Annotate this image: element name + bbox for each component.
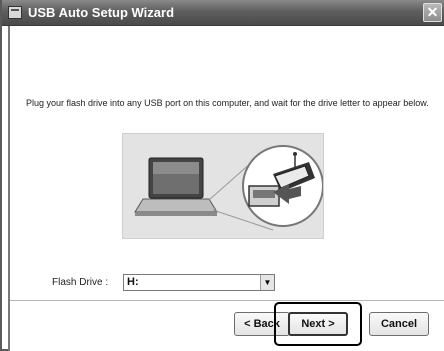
wizard-app-icon [8,6,22,19]
laptop-usb-plug-icon [134,145,324,231]
wizard-window: USB Auto Setup Wizard ✕ Plug your flash … [0,0,444,351]
window-title: USB Auto Setup Wizard [28,5,175,20]
title-bar[interactable]: USB Auto Setup Wizard ✕ [2,0,444,26]
instruction-text: Plug your flash drive into any USB port … [26,98,429,108]
close-button[interactable]: ✕ [423,3,442,22]
laptop-usb-illustration [122,133,324,239]
chevron-down-icon[interactable]: ▼ [260,275,274,290]
cancel-button[interactable]: Cancel [369,312,429,336]
next-button-highlight [274,302,362,346]
flash-drive-select[interactable]: H: ▼ [123,274,275,291]
flash-drive-label: Flash Drive : [52,277,109,288]
flash-drive-value: H: [127,276,139,288]
